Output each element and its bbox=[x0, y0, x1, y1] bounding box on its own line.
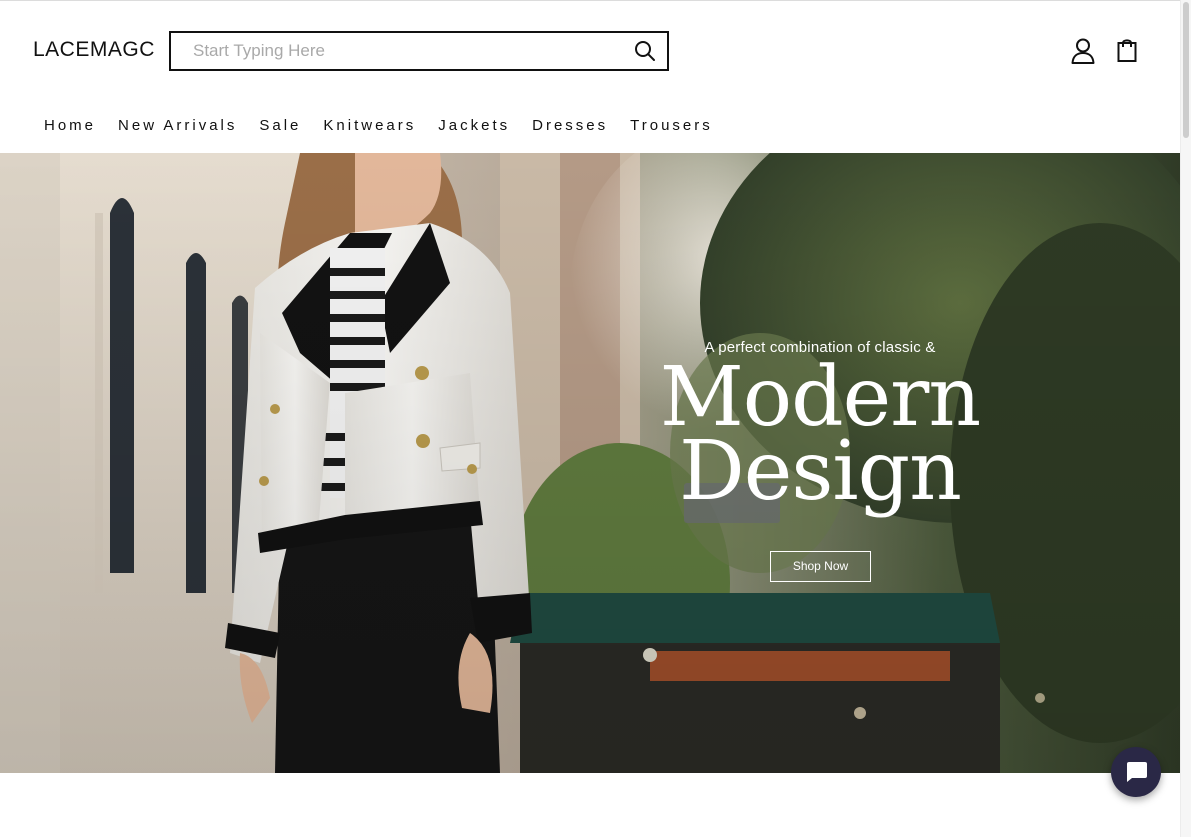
nav-item-trousers[interactable]: Trousers bbox=[630, 117, 713, 134]
top-divider bbox=[0, 0, 1181, 1]
search-input[interactable] bbox=[171, 33, 633, 69]
nav-item-home[interactable]: Home bbox=[44, 117, 96, 134]
nav-item-jackets[interactable]: Jackets bbox=[438, 117, 510, 134]
search-bar bbox=[169, 31, 669, 71]
site-logo[interactable]: LACEMAGC bbox=[33, 38, 155, 62]
nav-item-dresses[interactable]: Dresses bbox=[532, 117, 608, 134]
nav-item-new-arrivals[interactable]: New Arrivals bbox=[118, 117, 237, 134]
main-nav: Home New Arrivals Sale Knitwears Jackets… bbox=[44, 117, 735, 134]
scrollbar-thumb[interactable] bbox=[1183, 2, 1189, 138]
search-icon[interactable] bbox=[633, 39, 657, 63]
chat-icon bbox=[1127, 762, 1147, 782]
user-icon[interactable] bbox=[1070, 37, 1096, 65]
page: LACEMAGC Home New Arrivals Sale Knitwear… bbox=[0, 0, 1181, 837]
hero-title: Modern Design bbox=[560, 357, 1080, 519]
hero-banner[interactable]: A perfect combination of classic & Moder… bbox=[0, 153, 1181, 773]
shop-now-button[interactable]: Shop Now bbox=[770, 551, 871, 582]
hero-title-line2: Design bbox=[679, 424, 962, 519]
nav-item-knitwears[interactable]: Knitwears bbox=[323, 117, 416, 134]
shopping-bag-icon[interactable] bbox=[1114, 37, 1140, 65]
nav-item-sale[interactable]: Sale bbox=[259, 117, 301, 134]
scrollbar[interactable] bbox=[1180, 0, 1191, 837]
chat-button[interactable] bbox=[1111, 747, 1161, 797]
